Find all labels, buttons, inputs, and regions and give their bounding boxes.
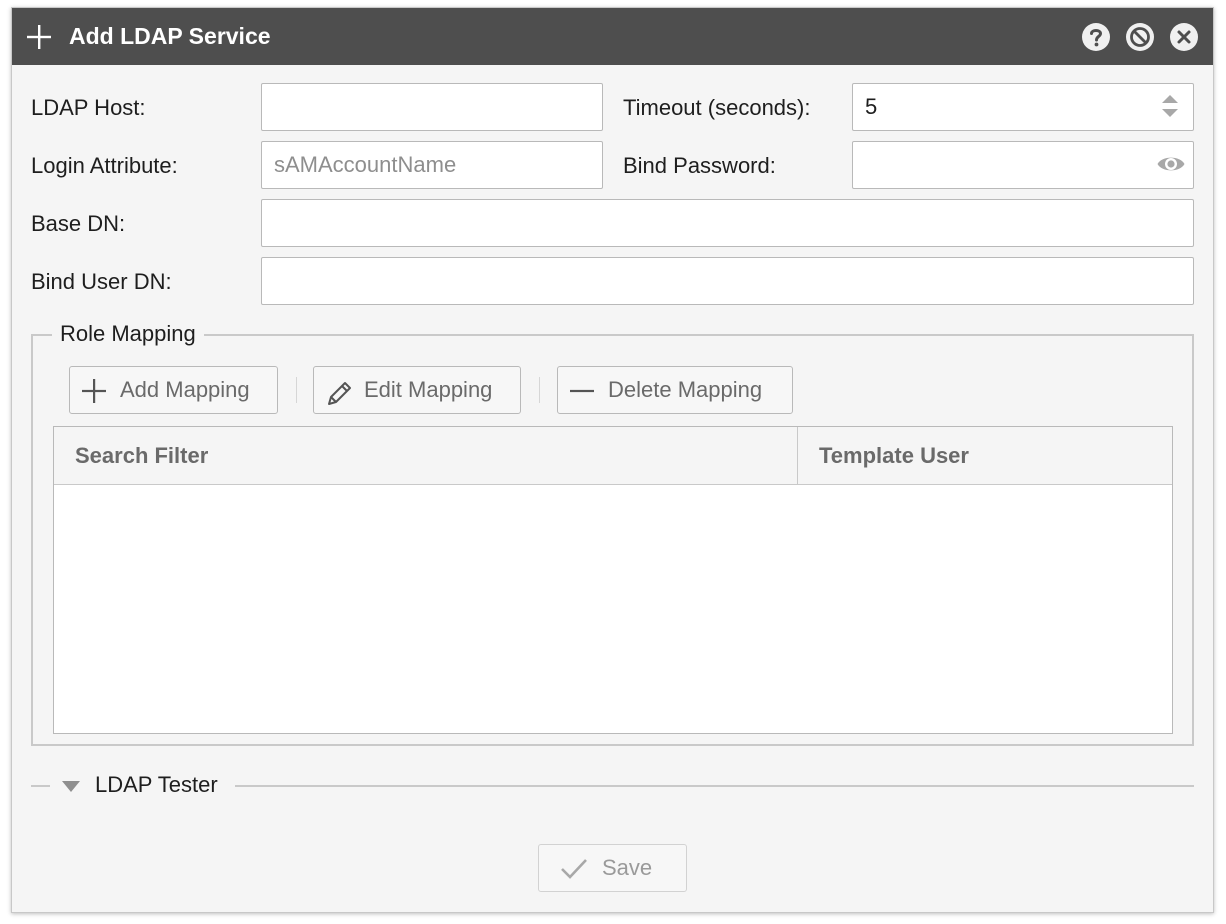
toolbar-separator [539, 377, 540, 403]
add-mapping-label: Add Mapping [120, 377, 250, 402]
plus-icon [27, 25, 51, 49]
base-dn-label: Base DN: [31, 211, 126, 236]
dialog-titlebar: Add LDAP Service [12, 8, 1213, 65]
column-header-template-user[interactable]: Template User [819, 427, 969, 484]
ldap-host-input[interactable] [261, 83, 603, 131]
timeout-spinner [852, 83, 1194, 131]
ldap-tester-label[interactable]: LDAP Tester [95, 771, 218, 799]
spinner-arrows-icon[interactable] [1160, 92, 1180, 120]
edit-mapping-button[interactable]: Edit Mapping [313, 366, 521, 414]
edit-mapping-label: Edit Mapping [364, 377, 493, 402]
table-header: Search Filter Template User [54, 427, 1172, 485]
pencil-icon [328, 382, 351, 405]
bind-password-input[interactable] [852, 141, 1194, 189]
column-divider[interactable] [797, 427, 798, 484]
ldap-host-label: LDAP Host: [31, 95, 146, 120]
delete-mapping-button[interactable]: Delete Mapping [557, 366, 793, 414]
add-ldap-service-dialog: Add LDAP Service LDAP Host: Timeout (sec… [11, 7, 1214, 913]
column-header-search-filter[interactable]: Search Filter [75, 427, 208, 484]
bind-password-field [852, 141, 1194, 189]
collapse-arrow-icon[interactable] [61, 780, 81, 794]
close-icon[interactable] [1169, 22, 1199, 52]
help-icon[interactable] [1081, 22, 1111, 52]
dialog-title: Add LDAP Service [69, 23, 271, 49]
tester-divider-left [31, 785, 50, 787]
login-attribute-label: Login Attribute: [31, 153, 178, 178]
role-mapping-table[interactable]: Search Filter Template User [53, 426, 1173, 734]
save-label: Save [602, 855, 653, 880]
tester-divider-right [235, 785, 1194, 787]
plus-icon [82, 379, 106, 403]
save-button[interactable]: Save [538, 844, 687, 892]
role-mapping-legend: Role Mapping [52, 320, 204, 348]
base-dn-input[interactable] [261, 199, 1194, 247]
bind-user-dn-label: Bind User DN: [31, 269, 172, 294]
eye-icon[interactable] [1156, 151, 1186, 177]
add-mapping-button[interactable]: Add Mapping [69, 366, 278, 414]
minimize-icon[interactable] [1125, 22, 1155, 52]
login-attribute-input[interactable] [261, 141, 603, 189]
minus-icon [570, 389, 594, 393]
toolbar-separator [296, 377, 297, 403]
timeout-label: Timeout (seconds): [623, 95, 811, 120]
delete-mapping-label: Delete Mapping [608, 377, 763, 402]
bind-password-label: Bind Password: [623, 153, 776, 178]
role-mapping-group: Role Mapping Add Mapping Edit Mapping De… [31, 320, 1194, 746]
checkmark-icon [561, 859, 587, 879]
timeout-input[interactable] [852, 83, 1194, 131]
bind-user-dn-input[interactable] [261, 257, 1194, 305]
